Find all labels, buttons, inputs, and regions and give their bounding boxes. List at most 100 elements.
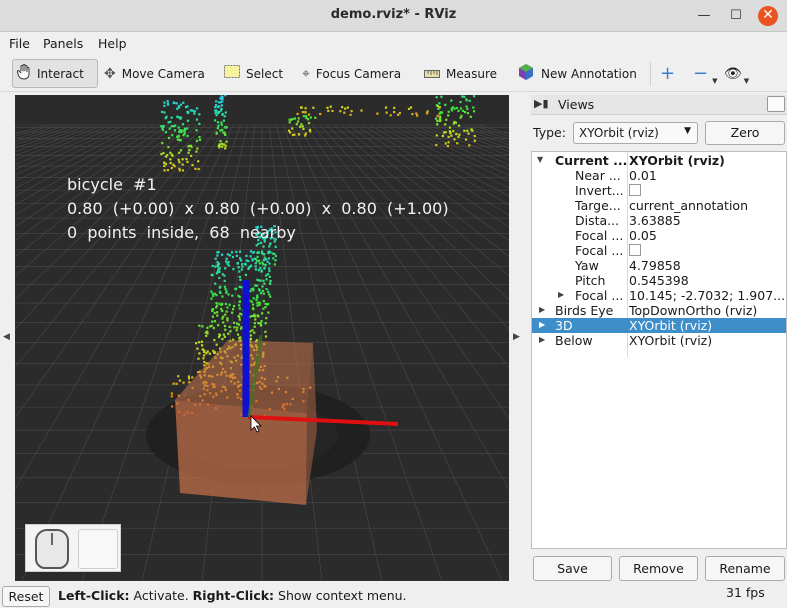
- zero-button[interactable]: Zero: [705, 121, 785, 145]
- point-cloud-point: [185, 158, 188, 161]
- collapse-arrow-icon[interactable]: ▶: [539, 320, 545, 329]
- point-cloud-point: [268, 245, 271, 248]
- point-cloud-point: [244, 263, 247, 266]
- right-dock-collapse-arrow[interactable]: ▶: [513, 332, 520, 342]
- tree-row-invert-z[interactable]: Invert...: [532, 183, 786, 198]
- point-cloud-point: [215, 301, 218, 305]
- point-cloud-point: [220, 307, 223, 311]
- point-cloud-point: [445, 118, 448, 121]
- menu-help[interactable]: Help: [98, 36, 127, 51]
- left-dock-collapse-arrow[interactable]: ◀: [3, 332, 10, 342]
- new-annotation-tool-button[interactable]: New Annotation: [517, 59, 637, 88]
- add-tool-button[interactable]: +: [660, 59, 675, 88]
- tree-row-3d[interactable]: ▶ 3D XYOrbit (rviz): [532, 318, 786, 333]
- point-cloud-point: [214, 265, 217, 268]
- point-cloud-point: [176, 107, 179, 110]
- right-click-text: Show context menu.: [274, 588, 407, 603]
- point-cloud-point: [238, 275, 241, 279]
- select-tool-button[interactable]: Select: [224, 59, 283, 88]
- tree-row-distance[interactable]: Dista... 3.63885: [532, 213, 786, 228]
- point-cloud-point: [223, 279, 226, 282]
- tree-row-birds-eye[interactable]: ▶ Birds Eye TopDownOrtho (rviz): [532, 303, 786, 318]
- tree-row-target-frame[interactable]: Targe... current_annotation: [532, 198, 786, 213]
- point-cloud-point: [251, 329, 254, 332]
- point-cloud-point: [170, 405, 174, 408]
- point-cloud-point: [228, 254, 232, 257]
- point-cloud-point: [234, 287, 237, 290]
- save-view-button[interactable]: Save: [533, 556, 612, 581]
- ruler-icon: [424, 66, 440, 82]
- rename-view-button[interactable]: Rename: [705, 556, 785, 581]
- remove-view-button[interactable]: Remove: [619, 556, 698, 581]
- collapse-arrow-icon[interactable]: ▶: [539, 335, 545, 344]
- interact-tool-button[interactable]: Interact: [12, 59, 98, 88]
- point-cloud-point: [221, 100, 224, 103]
- collapse-arrow-icon[interactable]: ▶: [558, 290, 564, 299]
- point-cloud-point: [198, 122, 201, 125]
- invert-checkbox[interactable]: [629, 184, 641, 196]
- render-viewport[interactable]: bicycle #1 0.80 (+0.00) x 0.80 (+0.00) x…: [15, 95, 509, 581]
- point-cloud-point: [219, 140, 222, 143]
- point-cloud-point: [409, 106, 413, 109]
- point-cloud-point: [308, 128, 312, 132]
- tree-row-focal-shape-fixed[interactable]: Focal ...: [532, 243, 786, 258]
- expand-arrow-icon[interactable]: ▼: [537, 155, 543, 164]
- view-type-select[interactable]: XYOrbit (rviz) ▼: [573, 122, 698, 144]
- point-cloud-point: [444, 123, 447, 126]
- point-cloud-point: [436, 114, 439, 118]
- point-cloud-point: [222, 321, 225, 324]
- menu-bar: File Panels Help: [0, 32, 787, 54]
- point-cloud-point: [216, 265, 220, 268]
- tree-row-current-view[interactable]: ▼ Current ... XYOrbit (rviz): [532, 153, 786, 168]
- tree-row-pitch[interactable]: Pitch 0.545398: [532, 273, 786, 288]
- focus-camera-tool-button[interactable]: ⌖ Focus Camera: [302, 59, 401, 88]
- remove-tool-button[interactable]: − ▼: [693, 59, 717, 88]
- point-cloud-point: [239, 336, 242, 339]
- point-cloud-point: [210, 290, 213, 293]
- tree-row-below[interactable]: ▶ Below XYOrbit (rviz): [532, 333, 786, 348]
- point-cloud-point: [237, 314, 240, 318]
- point-cloud-point: [249, 290, 252, 293]
- camera-icon: ▶▮: [534, 97, 549, 110]
- float-panel-button[interactable]: [767, 96, 785, 112]
- point-cloud-point: [213, 320, 217, 323]
- move-camera-tool-button[interactable]: ✥ Move Camera: [104, 59, 205, 88]
- minimize-button[interactable]: —: [694, 6, 714, 26]
- point-cloud-point: [266, 260, 269, 263]
- point-cloud-point: [274, 254, 277, 258]
- point-cloud-point: [214, 105, 217, 109]
- point-cloud-point: [440, 95, 443, 98]
- point-cloud-point: [416, 114, 419, 117]
- tree-row-focal-point[interactable]: ▶ Focal ... 10.145; -2.7032; 1.907...: [532, 288, 786, 303]
- collapse-arrow-icon[interactable]: ▶: [539, 305, 545, 314]
- point-cloud-point: [224, 95, 227, 97]
- tree-row-yaw[interactable]: Yaw 4.79858: [532, 258, 786, 273]
- menu-file[interactable]: File: [9, 36, 30, 51]
- move-camera-label: Move Camera: [121, 66, 205, 81]
- point-cloud-point: [343, 111, 346, 114]
- point-cloud-point: [182, 101, 185, 104]
- point-cloud-point: [314, 116, 317, 119]
- visibility-tool-button[interactable]: 👁 ▼: [724, 59, 749, 88]
- point-cloud-point: [228, 303, 231, 306]
- maximize-button[interactable]: ☐: [726, 6, 746, 26]
- point-cloud-point: [179, 129, 182, 132]
- point-cloud-point: [231, 294, 234, 297]
- point-cloud-point: [468, 99, 471, 102]
- point-cloud-point: [215, 306, 218, 309]
- point-cloud-point: [260, 320, 263, 323]
- point-cloud-point: [251, 307, 255, 310]
- reset-button[interactable]: Reset: [2, 586, 50, 607]
- tree-row-focal-shape-size[interactable]: Focal ... 0.05: [532, 228, 786, 243]
- annotation-label-name: bicycle #1: [67, 175, 157, 194]
- measure-tool-button[interactable]: Measure: [424, 59, 497, 88]
- focal-fixed-checkbox[interactable]: [629, 244, 641, 256]
- point-cloud-point: [274, 259, 277, 262]
- point-cloud-point: [262, 263, 265, 266]
- point-cloud-point: [188, 144, 191, 147]
- tree-row-near-clip[interactable]: Near ... 0.01: [532, 168, 786, 183]
- menu-panels[interactable]: Panels: [43, 36, 83, 51]
- point-cloud-point: [266, 303, 269, 306]
- point-cloud-point: [302, 127, 305, 131]
- close-button[interactable]: ✕: [758, 6, 778, 26]
